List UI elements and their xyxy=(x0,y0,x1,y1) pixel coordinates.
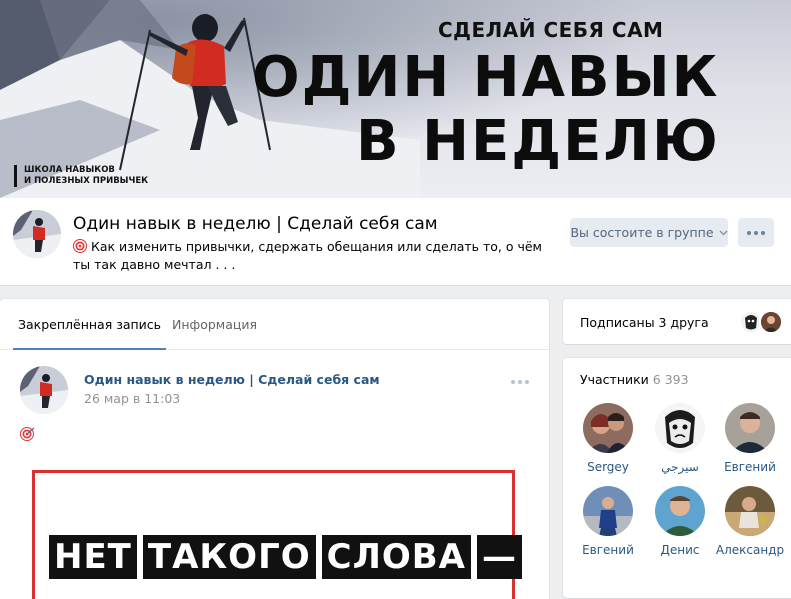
member-name: سيرجي xyxy=(661,460,699,474)
more-dot-icon xyxy=(754,230,758,235)
group-actions-more-button[interactable] xyxy=(738,218,774,247)
group-cover: СДЕЛАЙ СЕБЯ САМ ОДИН НАВЫК В НЕДЕЛЮ ШКОЛ… xyxy=(0,0,791,198)
membership-button[interactable]: Вы состоите в группе xyxy=(570,218,728,247)
avatar xyxy=(725,403,775,453)
target-icon xyxy=(73,239,87,253)
post-image[interactable]: НЕТ ТАКОГО СЛОВА — xyxy=(32,470,522,599)
post-author-name[interactable]: Один навык в неделю | Сделай себя сам xyxy=(84,372,380,387)
cover-headline-line1: ОДИН НАВЫК xyxy=(252,45,720,110)
banner-word: СЛОВА xyxy=(321,535,471,579)
banner-word: ТАКОГО xyxy=(142,535,316,579)
group-header: Один навык в неделю | Сделай себя сам Ка… xyxy=(0,198,791,286)
post-author-avatar-image xyxy=(20,366,68,414)
chevron-down-icon xyxy=(719,230,728,235)
post-tabs: Закреплённая запись Информация xyxy=(0,299,549,350)
member-item[interactable]: Денис xyxy=(645,486,715,557)
post-date[interactable]: 26 мар в 11:03 xyxy=(84,391,180,406)
subscribed-friends-label: Подписаны 3 друга xyxy=(580,315,709,330)
pinned-post-card: Закреплённая запись Информация Один навы… xyxy=(0,299,549,599)
target-icon xyxy=(20,427,35,441)
member-item[interactable]: Евгений xyxy=(573,486,643,557)
member-name: Sergey xyxy=(587,460,629,474)
banner-word: НЕТ xyxy=(49,535,137,579)
member-name: Евгений xyxy=(582,543,634,557)
avatar xyxy=(583,403,633,453)
member-item[interactable]: Евгений xyxy=(715,403,785,474)
post-author-avatar[interactable] xyxy=(20,366,68,414)
post-more-button[interactable] xyxy=(511,380,529,384)
more-dot-icon xyxy=(747,230,751,235)
tab-pinned-post[interactable]: Закреплённая запись xyxy=(13,299,167,350)
cover-tagline: СДЕЛАЙ СЕБЯ САМ xyxy=(438,18,664,42)
members-title: Участники xyxy=(580,372,649,387)
group-avatar[interactable] xyxy=(13,210,61,258)
tab-information[interactable]: Информация xyxy=(172,299,257,350)
members-header[interactable]: Участники 6 393 xyxy=(580,372,689,387)
member-name: Денис xyxy=(660,543,700,557)
more-dot-icon xyxy=(511,380,515,384)
more-dot-icon xyxy=(761,230,765,235)
avatar xyxy=(655,403,705,453)
member-item[interactable]: Александр xyxy=(715,486,785,557)
members-card: Участники 6 393 Sergey سيرجي Евгений Евге… xyxy=(563,358,791,598)
group-status-text: Как изменить привычки, сдержать обещания… xyxy=(73,239,542,272)
group-avatar-image xyxy=(13,210,61,258)
member-name: Евгений xyxy=(724,460,776,474)
group-status: Как изменить привычки, сдержать обещания… xyxy=(73,238,543,274)
group-name: Один навык в неделю | Сделай себя сам xyxy=(73,214,438,234)
banner-word: — xyxy=(476,535,522,579)
cover-school-label: ШКОЛА НАВЫКОВ И ПОЛЕЗНЫХ ПРИВЫЧЕК xyxy=(14,165,148,187)
member-item[interactable]: سيرجي xyxy=(645,403,715,474)
member-name: Александр xyxy=(715,543,785,557)
member-item[interactable]: Sergey xyxy=(573,403,643,474)
cover-school-line1: ШКОЛА НАВЫКОВ xyxy=(24,165,115,175)
avatar xyxy=(655,486,705,536)
friend-avatar xyxy=(759,310,783,334)
more-dot-icon xyxy=(525,380,529,384)
post-image-banner: НЕТ ТАКОГО СЛОВА — xyxy=(49,535,522,579)
subscribed-friends-card[interactable]: Подписаны 3 друга xyxy=(563,299,791,344)
cover-school-line2: И ПОЛЕЗНЫХ ПРИВЫЧЕК xyxy=(24,176,149,186)
more-dot-icon xyxy=(518,380,522,384)
membership-button-label: Вы состоите в группе xyxy=(570,225,714,240)
avatar xyxy=(583,486,633,536)
members-count: 6 393 xyxy=(652,372,689,387)
avatar xyxy=(725,486,775,536)
cover-headline-line2: В НЕДЕЛЮ xyxy=(356,109,720,174)
